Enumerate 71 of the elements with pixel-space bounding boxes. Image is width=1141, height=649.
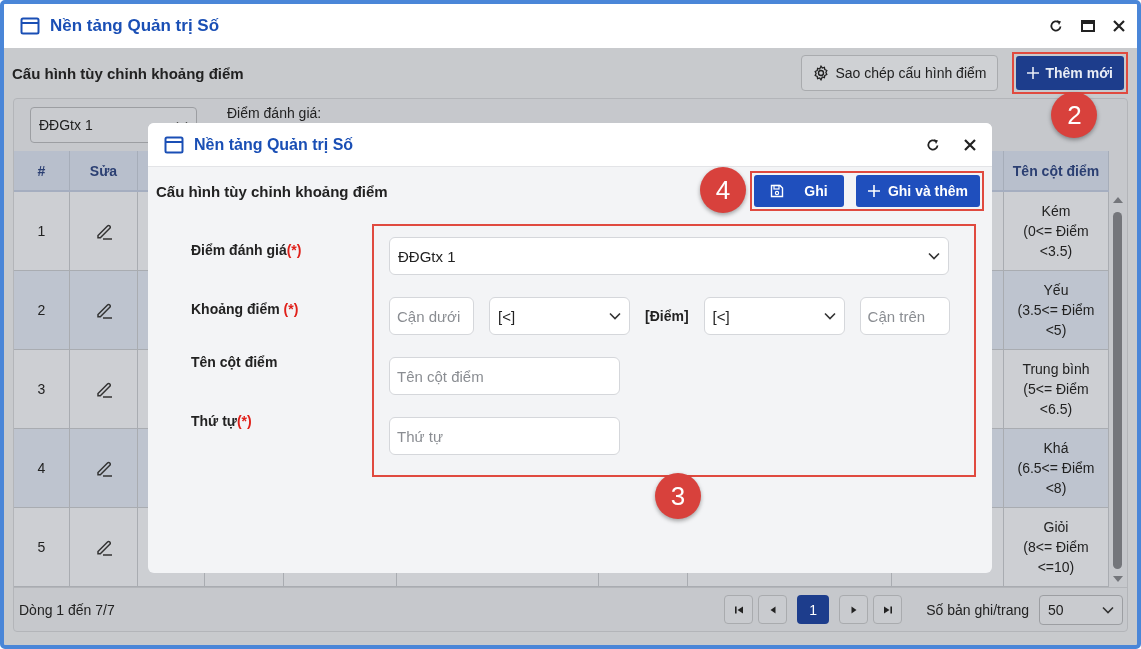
scroll-up-icon xyxy=(1111,196,1124,204)
first-page-button[interactable] xyxy=(724,595,754,624)
next-page-icon xyxy=(848,604,859,615)
select-value: [<] xyxy=(498,307,516,325)
table-cell: 4 xyxy=(37,460,46,476)
table-cell: 5 xyxy=(37,539,46,555)
field-label: Khoảng điểm (*) xyxy=(191,301,300,317)
close-icon[interactable] xyxy=(964,138,976,151)
score-select[interactable]: ĐĐGtx 1 xyxy=(389,237,949,275)
table-cell: 3 xyxy=(37,381,46,397)
input-field[interactable]: Thứ tự xyxy=(389,417,620,455)
select-value: ĐĐGtx 1 xyxy=(398,247,456,265)
refresh-icon[interactable] xyxy=(1049,19,1063,33)
pencil-icon[interactable] xyxy=(94,222,113,240)
chevron-down-icon xyxy=(1102,605,1114,614)
plus-icon xyxy=(867,185,880,197)
scroll-down-icon xyxy=(1111,575,1124,583)
window-icon xyxy=(20,17,40,35)
page-button[interactable]: 1 xyxy=(797,595,830,624)
select-value: [<] xyxy=(712,307,730,325)
variable-label: [Điểm] xyxy=(645,308,689,324)
dialog-heading: Cấu hình tùy chỉnh khoảng điểm xyxy=(156,182,388,200)
row-summary: Dòng 1 đến 7/7 xyxy=(19,601,116,618)
pencil-icon[interactable] xyxy=(94,459,113,477)
select-value: ĐĐGtx 1 xyxy=(39,117,93,133)
plus-icon xyxy=(1027,67,1040,79)
chevron-down-icon xyxy=(823,312,836,320)
field-label: Điểm đánh giá(*) xyxy=(191,242,303,258)
operator-select[interactable]: [<] xyxy=(489,297,630,335)
page-size-label: Số bản ghi/trang xyxy=(926,601,1029,618)
table-cell-text: Yếu (3.5<= Điểm <5) xyxy=(1017,281,1095,340)
pencil-icon[interactable] xyxy=(94,301,113,319)
field-label: Tên cột điểm xyxy=(191,354,279,370)
window-icon xyxy=(164,135,184,154)
input-field[interactable]: Cận dưới xyxy=(389,297,474,335)
column-header: Sửa xyxy=(70,151,138,190)
table-cell-text: Kém (0<= Điểm <3.5) xyxy=(1023,202,1089,261)
input-field[interactable]: Cận trên xyxy=(859,297,950,335)
page-size-select[interactable]: 50 xyxy=(1039,594,1123,625)
refresh-icon[interactable] xyxy=(926,137,940,152)
maximize-icon[interactable] xyxy=(1081,20,1095,32)
table-cell-text: Trung bình (5<= Điểm <6.5) xyxy=(1022,360,1090,419)
page-heading: Cấu hình tùy chỉnh khoảng điểm xyxy=(12,64,245,82)
window-title: Nền tảng Quản trị Số xyxy=(50,16,221,36)
first-page-icon xyxy=(733,604,744,615)
gear-icon xyxy=(813,65,830,81)
select-value: 50 xyxy=(1048,601,1064,618)
pencil-icon[interactable] xyxy=(94,380,113,398)
table-cell: 2 xyxy=(37,302,46,318)
add-new-button[interactable]: Thêm mới xyxy=(1016,56,1124,90)
callout-badge: 4 xyxy=(700,167,746,213)
filter-label: Điểm đánh giá: xyxy=(227,105,322,121)
table-cell-text: Khá (6.5<= Điểm <8) xyxy=(1017,439,1095,498)
column-header: Tên cột điểm xyxy=(1004,151,1109,190)
last-page-button[interactable] xyxy=(873,595,903,624)
save-and-add-button[interactable]: Ghi và thêm xyxy=(856,175,980,207)
last-page-icon xyxy=(882,604,893,615)
chevron-down-icon xyxy=(928,252,940,260)
input-field[interactable]: Tên cột điểm xyxy=(389,357,620,395)
table-cell: 1 xyxy=(37,223,46,239)
table-cell-text: Giỏi (8<= Điểm <=10) xyxy=(1023,518,1089,577)
save-button[interactable]: Ghi xyxy=(754,175,844,207)
close-icon[interactable] xyxy=(1113,20,1125,32)
copy-config-button[interactable]: Sao chép cấu hình điểm xyxy=(801,55,999,91)
callout-badge: 3 xyxy=(655,473,701,519)
chevron-down-icon xyxy=(609,312,621,320)
field-label: Thứ tự(*) xyxy=(191,413,253,429)
operator-select[interactable]: [<] xyxy=(703,297,845,335)
column-header: # xyxy=(14,151,70,190)
pencil-icon[interactable] xyxy=(94,538,113,556)
dialog-title: Nền tảng Quản trị Số xyxy=(194,135,355,154)
